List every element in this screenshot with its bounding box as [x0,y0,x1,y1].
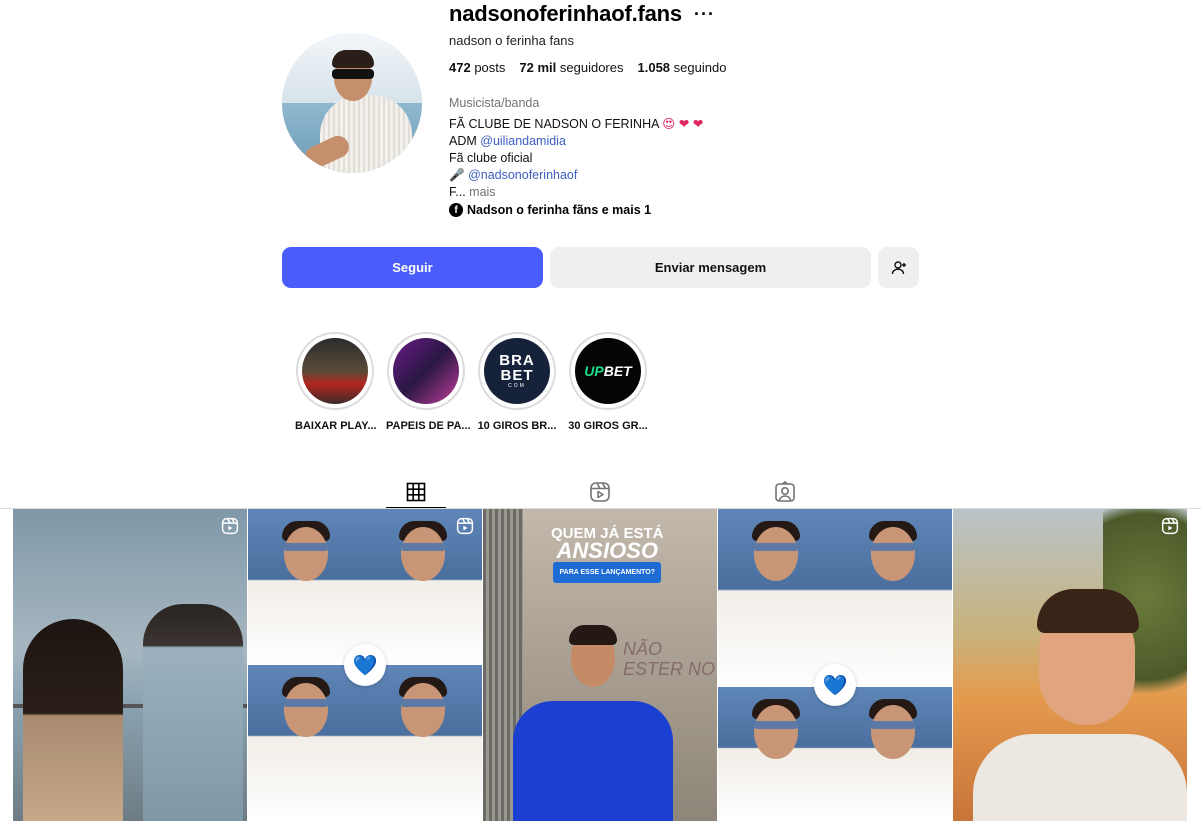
reel-badge-icon [456,517,474,535]
post-person [143,604,243,821]
following-count: 1.058 [637,60,671,75]
highlight-papeis[interactable]: PAPEIS DE PA... [386,332,471,432]
profile-username: nadsonoferinhaof.fans [449,1,682,26]
brabet-logo-top: BRA [499,352,535,369]
bio-truncated: F... [449,185,466,199]
profile-category: Musicista/banda [449,96,540,110]
reel-badge-icon [1161,517,1179,535]
tab-tagged[interactable] [755,476,815,508]
bio-line-1: FÃ CLUBE DE NADSON O FERINHA [449,117,659,131]
tagged-icon [775,481,795,502]
post-caption-pill: PARA ESSE LANÇAMENTO? [553,562,662,583]
reels-icon [590,482,610,502]
profile-avatar[interactable] [282,33,422,173]
bio-line-3: Fã clube oficial [449,151,533,165]
profile-stats: 472 posts 72 mil seguidores 1.058 seguin… [449,60,726,75]
post-caption-line-2: ANSIOSO [556,538,658,563]
collage-photo [835,687,952,821]
collage-photo [835,509,952,687]
highlight-label: BAIXAR PLAY... [295,420,377,432]
tab-posts[interactable] [386,476,446,508]
add-user-icon [891,260,906,274]
highlight-ring: BRA BET COM [478,332,556,410]
tab-reels[interactable] [570,476,630,508]
blue-heart-icon: 💙 [814,664,856,706]
post-person [513,625,673,821]
followers-count: 72 mil [519,60,557,75]
facebook-link[interactable]: f Nadson o ferinha fãns e mais 1 [449,203,651,217]
brabet-logo-sub: COM [508,383,526,389]
posts-label: posts [474,60,506,75]
facebook-icon: f [449,203,463,217]
followers-label: seguidores [559,60,624,75]
highlight-ring [387,332,465,410]
highlight-upbet[interactable]: UPBET 30 GIROS GR... [568,332,648,432]
highlight-cover [393,338,459,404]
collage-photo [718,687,835,821]
post-thumbnail[interactable]: 💙 [248,509,482,821]
post-thumbnail[interactable] [13,509,247,821]
collage-photo [248,665,365,821]
followers-stat[interactable]: 72 mil seguidores [519,60,623,75]
highlight-ring: UPBET [569,332,647,410]
more-options-icon[interactable]: ··· [694,4,715,25]
post-thumbnail[interactable]: 💙 [718,509,952,821]
highlight-label: 30 GIROS GR... [568,420,648,432]
reel-badge-icon [221,517,239,535]
profile-full-name: nadson o ferinha fans [449,33,575,48]
post-caption-overlay: QUEM JÁ ESTÁ ANSIOSO PARA ESSE LANÇAMENT… [551,525,664,583]
post-thumbnail[interactable]: QUEM JÁ ESTÁ ANSIOSO PARA ESSE LANÇAMENT… [483,509,717,821]
brabet-logo-bottom: BET [500,367,534,384]
highlight-brabet[interactable]: BRA BET COM 10 GIROS BR... [477,332,557,432]
highlight-label: 10 GIROS BR... [477,420,557,432]
follow-button[interactable]: Seguir [282,247,543,288]
send-message-button[interactable]: Enviar mensagem [550,247,871,288]
post-person-hair [1037,589,1139,633]
following-label: seguindo [673,60,727,75]
bio-mention-artist[interactable]: @nadsonoferinhaof [468,168,577,182]
bio-mention-admin[interactable]: @uiliandamidia [480,134,566,148]
brabet-logo: BRA BET COM [484,338,550,404]
highlight-ring [296,332,374,410]
avatar-sunglasses [332,69,374,79]
following-stat[interactable]: 1.058 seguindo [638,60,727,75]
suggested-accounts-button[interactable] [878,247,919,288]
profile-bio: FÃ CLUBE DE NADSON O FERINHA 😍 ❤ ❤ ADM @… [449,116,849,201]
post-thumbnail[interactable] [953,509,1187,821]
highlight-baixar-playlist[interactable]: BAIXAR PLAY... [295,332,377,432]
bio-emojis: 😍 ❤ ❤ [662,117,704,131]
upbet-logo-up: UP [584,363,604,379]
bio-adm-label: ADM [449,134,477,148]
bio-more-link[interactable]: mais [469,185,495,199]
upbet-logo: UPBET [575,338,641,404]
collage-photo [248,509,365,665]
posts-stat[interactable]: 472 posts [449,60,505,75]
upbet-logo-bet: BET [603,363,632,379]
avatar-shirt [320,95,412,173]
highlight-label: PAPEIS DE PA... [386,420,471,432]
facebook-link-label: Nadson o ferinha fãns e mais 1 [467,203,652,217]
collage-photo [365,665,482,821]
highlight-cover [302,338,368,404]
avatar-hair [332,50,374,68]
posts-count: 472 [449,60,471,75]
microphone-icon: 🎤 [449,168,465,182]
post-person [23,619,123,821]
collage-photo [718,509,835,687]
post-person-shirt [973,734,1187,821]
grid-icon [406,482,426,501]
blue-heart-icon: 💙 [344,644,386,686]
